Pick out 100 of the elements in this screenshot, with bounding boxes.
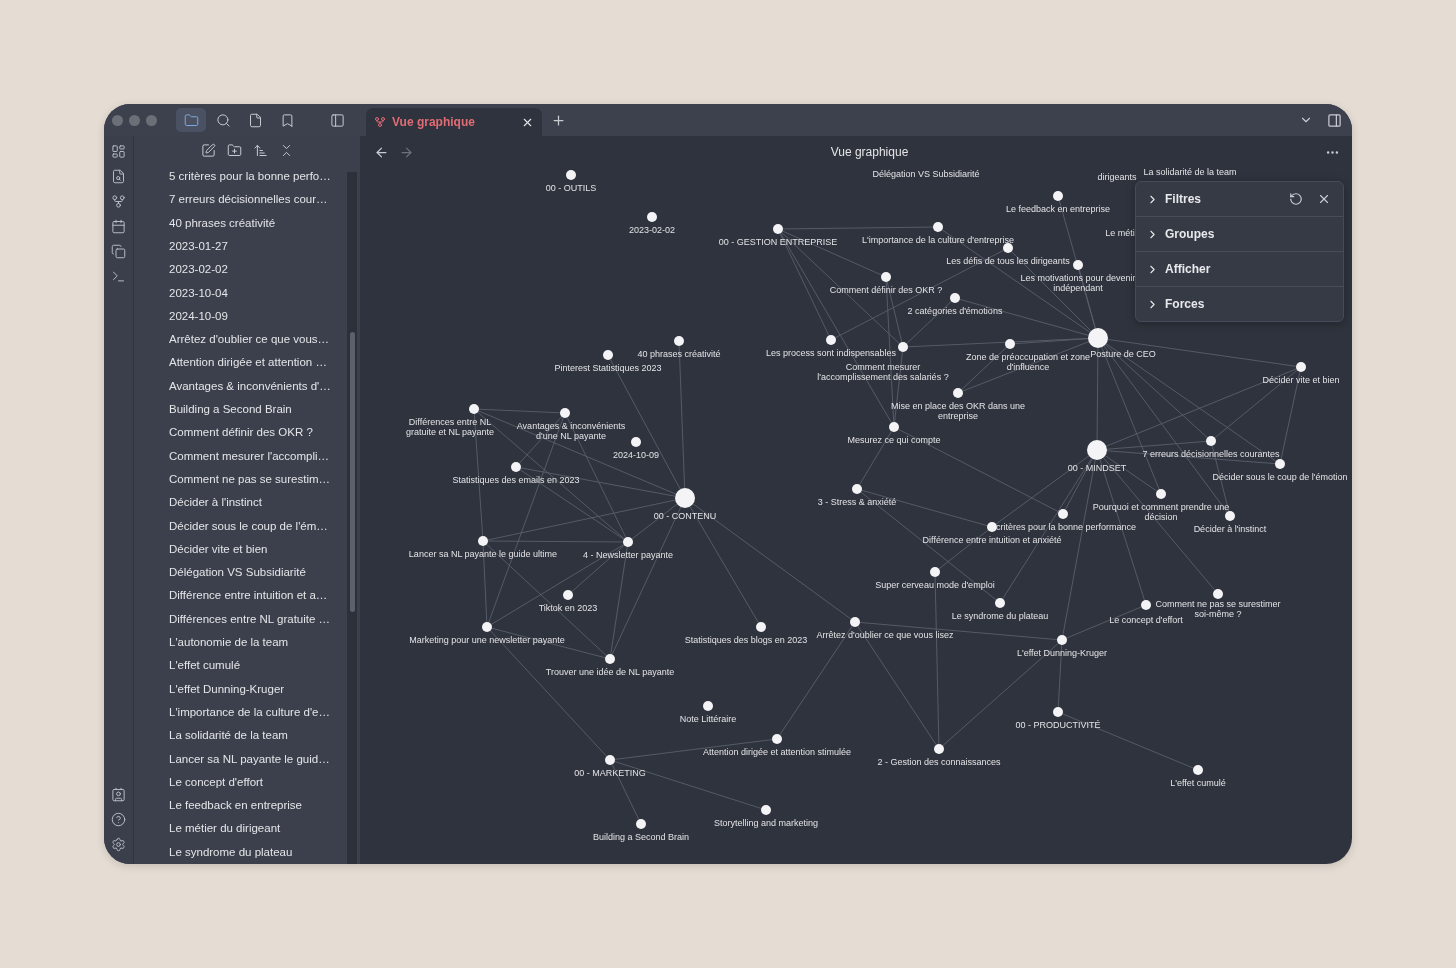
file-item[interactable]: Arrêtez d'oublier ce que vous… <box>134 328 360 352</box>
graph-node[interactable] <box>560 408 570 418</box>
graph-node[interactable] <box>511 462 521 472</box>
graph-node[interactable] <box>950 293 960 303</box>
graph-node[interactable] <box>761 805 771 815</box>
forward-icon[interactable] <box>399 144 414 160</box>
grid-icon[interactable] <box>111 144 126 159</box>
file-item[interactable]: 7 erreurs décisionnelles cour… <box>134 188 360 212</box>
graph-node[interactable] <box>647 212 657 222</box>
graph-node[interactable] <box>674 336 684 346</box>
graph-node[interactable] <box>482 622 492 632</box>
settings-icon[interactable] <box>111 837 126 852</box>
section-toggle[interactable]: Filtres <box>1146 192 1283 206</box>
file-item[interactable]: Décider sous le coup de l'ém… <box>134 514 360 538</box>
graph-node[interactable] <box>1275 459 1285 469</box>
file-item[interactable]: Comment définir des OKR ? <box>134 421 360 445</box>
file-item[interactable]: Le métier du dirigeant <box>134 817 360 841</box>
graph-node[interactable] <box>987 522 997 532</box>
file-item[interactable]: 2024-10-09 <box>134 304 360 329</box>
file-search-icon[interactable] <box>111 169 126 184</box>
close-icon[interactable] <box>1317 192 1331 206</box>
file-item[interactable]: Différence entre intuition et a… <box>134 584 360 608</box>
graph-node[interactable] <box>1225 511 1235 521</box>
graph-node[interactable] <box>881 272 891 282</box>
file-item[interactable]: Décider vite et bien <box>134 537 360 562</box>
graph-node[interactable] <box>1057 635 1067 645</box>
graph-node[interactable] <box>1296 362 1306 372</box>
file-item[interactable]: Délégation VS Subsidiarité <box>134 561 360 585</box>
graph-node[interactable] <box>1053 707 1063 717</box>
file-item[interactable]: Décider à l'instinct <box>134 491 360 515</box>
section-toggle[interactable]: Forces <box>1146 297 1331 311</box>
graph-node[interactable] <box>631 437 641 447</box>
graph-node[interactable] <box>1005 339 1015 349</box>
graph-node[interactable] <box>898 342 908 352</box>
file-item[interactable]: Le concept d'effort <box>134 770 360 795</box>
file-explorer-button[interactable] <box>176 108 206 132</box>
graph-node[interactable] <box>1193 765 1203 775</box>
graph-node[interactable] <box>478 536 488 546</box>
file-item[interactable]: Différences entre NL gratuite … <box>134 607 360 632</box>
file-item[interactable]: L'effet cumulé <box>134 654 360 678</box>
file-item[interactable]: Building a Second Brain <box>134 398 360 422</box>
file-item[interactable]: 2023-01-27 <box>134 235 360 259</box>
graph-node[interactable] <box>1088 328 1108 348</box>
reset-icon[interactable] <box>1289 192 1303 206</box>
graph-node[interactable] <box>773 224 783 234</box>
graph-node[interactable] <box>675 488 695 508</box>
graph-node[interactable] <box>1003 243 1013 253</box>
graph-node[interactable] <box>1053 191 1063 201</box>
graph-node[interactable] <box>1087 440 1107 460</box>
terminal-icon[interactable] <box>111 269 126 284</box>
section-toggle[interactable]: Afficher <box>1146 262 1331 276</box>
graph-node[interactable] <box>1073 260 1083 270</box>
graph-node[interactable] <box>623 537 633 547</box>
graph-node[interactable] <box>930 567 940 577</box>
scrollbar-thumb[interactable] <box>350 332 355 612</box>
graph-node[interactable] <box>772 734 782 744</box>
graph-node[interactable] <box>605 755 615 765</box>
file-item[interactable]: La solidarité de la team <box>134 724 360 748</box>
graph-node[interactable] <box>850 617 860 627</box>
section-toggle[interactable]: Groupes <box>1146 227 1331 241</box>
graph-icon[interactable] <box>111 194 126 209</box>
graph-node[interactable] <box>995 598 1005 608</box>
graph-node[interactable] <box>953 388 963 398</box>
file-item[interactable]: L'effet Dunning-Kruger <box>134 677 360 701</box>
file-item[interactable]: L'importance de la culture d'e… <box>134 700 360 725</box>
file-item[interactable]: L'autonomie de la team <box>134 631 360 655</box>
graph-node[interactable] <box>889 422 899 432</box>
graph-node[interactable] <box>1141 600 1151 610</box>
graph-node[interactable] <box>756 622 766 632</box>
graph-node[interactable] <box>636 819 646 829</box>
help-icon[interactable] <box>111 812 126 827</box>
sort-icon[interactable] <box>252 143 268 159</box>
graph-node[interactable] <box>1058 509 1068 519</box>
graph-node[interactable] <box>1206 436 1216 446</box>
graph-node[interactable] <box>469 404 479 414</box>
file-item[interactable]: Avantages & inconvénients d'… <box>134 374 360 399</box>
file-item[interactable]: 2023-02-02 <box>134 258 360 282</box>
file-item[interactable]: Le feedback en entreprise <box>134 794 360 818</box>
file-item[interactable]: 40 phrases créativité <box>134 211 360 235</box>
file-item[interactable]: Attention dirigée et attention … <box>134 351 360 375</box>
graph-node[interactable] <box>934 744 944 754</box>
file-item[interactable]: Lancer sa NL payante le guid… <box>134 747 360 771</box>
graph-node[interactable] <box>703 701 713 711</box>
graph-node[interactable] <box>566 170 576 180</box>
graph-node[interactable] <box>605 654 615 664</box>
graph-node[interactable] <box>563 590 573 600</box>
graph-node[interactable] <box>1213 589 1223 599</box>
file-item[interactable]: Le syndrome du plateau <box>134 840 360 864</box>
file-item[interactable]: 2023-10-04 <box>134 281 360 305</box>
contact-icon[interactable] <box>111 787 126 802</box>
tab[interactable]: Vue graphique <box>366 108 542 136</box>
graph-node[interactable] <box>852 484 862 494</box>
new-note-icon[interactable] <box>200 143 216 159</box>
file-item[interactable]: 5 critères pour la bonne perfo… <box>134 165 360 189</box>
graph-node[interactable] <box>933 222 943 232</box>
graph-node[interactable] <box>1156 489 1166 499</box>
file-item[interactable]: Comment ne pas se surestim… <box>134 467 360 492</box>
new-tab-icon[interactable] <box>551 112 566 128</box>
new-folder-icon[interactable] <box>226 143 242 159</box>
graph-node[interactable] <box>603 350 613 360</box>
